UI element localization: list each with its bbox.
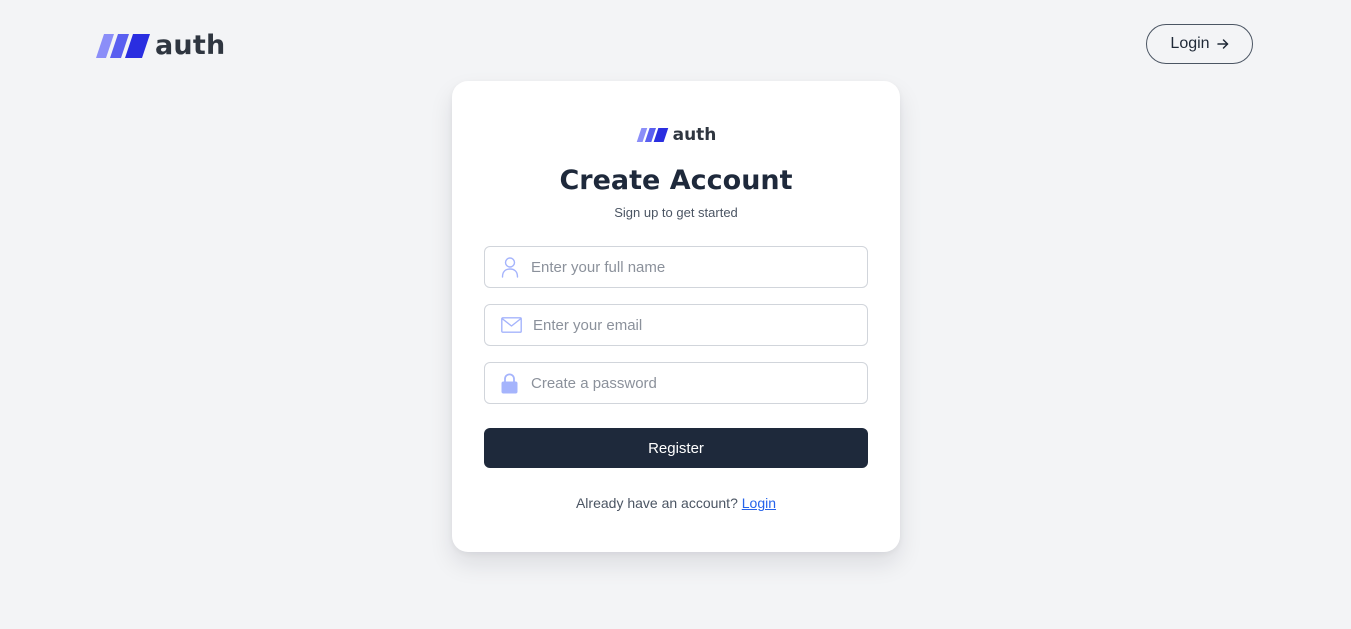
page: auth Login auth Create Account Sign up t… [0,0,1351,629]
user-icon [501,247,519,287]
card-brand-logo: auth [452,124,900,146]
brand-name: auth [155,30,226,61]
login-link[interactable]: Login [742,495,776,511]
password-input[interactable] [531,364,861,402]
logo-stripes-icon [636,128,668,142]
brand-logo[interactable]: auth [96,30,225,62]
email-field[interactable] [484,304,868,346]
register-card: auth Create Account Sign up to get start… [452,81,900,552]
full-name-input[interactable] [531,248,861,286]
page-subtitle: Sign up to get started [614,205,738,220]
header-login-button[interactable]: Login [1146,24,1253,64]
full-name-field[interactable] [484,246,868,288]
lock-icon [501,363,518,403]
page-title: Create Account [559,165,793,196]
register-button[interactable]: Register [484,428,868,468]
header-login-label: Login [1170,35,1210,52]
login-prompt: Already have an account? Login [452,494,900,512]
card-brand-name: auth [672,125,717,145]
mail-icon [501,305,522,345]
arrow-right-icon [1216,38,1229,50]
email-input[interactable] [533,306,863,344]
password-field[interactable] [484,362,868,404]
login-prompt-text: Already have an account? [575,495,738,511]
logo-stripes-icon [96,34,150,58]
